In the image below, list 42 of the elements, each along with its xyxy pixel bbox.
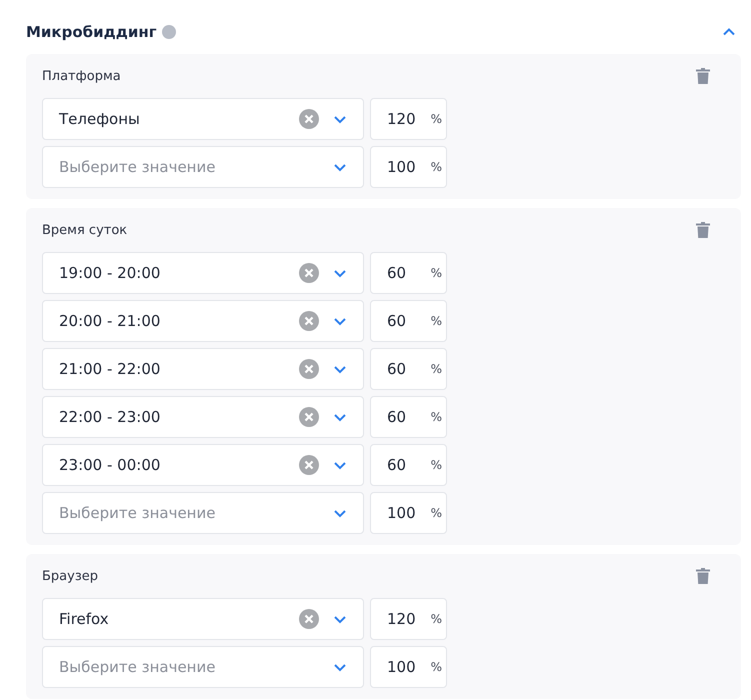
trash-icon[interactable] [696,222,710,238]
group-label: Платформа [42,68,121,84]
percent-field[interactable]: 60 % [370,252,447,294]
clear-icon[interactable] [299,263,319,283]
caret-icon[interactable] [333,114,347,124]
trash-icon[interactable] [696,68,710,84]
clear-icon[interactable] [299,311,319,331]
caret-icon[interactable] [333,162,347,172]
percent-field[interactable]: 60 % [370,444,447,486]
clear-icon[interactable] [299,609,319,629]
percent-field[interactable]: 120 % [370,98,447,140]
percent-field[interactable]: 60 % [370,396,447,438]
caret-icon[interactable] [333,364,347,374]
clear-icon[interactable] [299,407,319,427]
percent-field[interactable]: 100 % [370,646,447,688]
select-field[interactable]: 23:00 - 00:00 [42,444,364,486]
caret-icon[interactable] [333,412,347,422]
select-field[interactable]: 21:00 - 22:00 [42,348,364,390]
percent-field[interactable]: 100 % [370,146,447,188]
caret-icon[interactable] [333,614,347,624]
select-field[interactable]: 22:00 - 23:00 [42,396,364,438]
percent-field[interactable]: 100 % [370,492,447,534]
clear-icon[interactable] [299,359,319,379]
percent-field[interactable]: 60 % [370,348,447,390]
select-field[interactable]: 19:00 - 20:00 [42,252,364,294]
caret-icon[interactable] [333,662,347,672]
section-title: Микробиддинг [26,23,157,41]
clear-icon[interactable] [299,455,319,475]
select-field[interactable]: Firefox [42,598,364,640]
select-field[interactable]: Телефоны [42,98,364,140]
caret-icon[interactable] [333,316,347,326]
trash-icon[interactable] [696,568,710,584]
percent-field[interactable]: 60 % [370,300,447,342]
caret-icon[interactable] [333,268,347,278]
group-label: Время суток [42,222,128,238]
percent-field[interactable]: 120 % [370,598,447,640]
caret-icon[interactable] [333,460,347,470]
group-label: Браузер [42,568,98,584]
caret-icon[interactable] [333,508,347,518]
clear-icon[interactable] [299,109,319,129]
select-field[interactable]: 20:00 - 21:00 [42,300,364,342]
help-icon [162,25,176,39]
